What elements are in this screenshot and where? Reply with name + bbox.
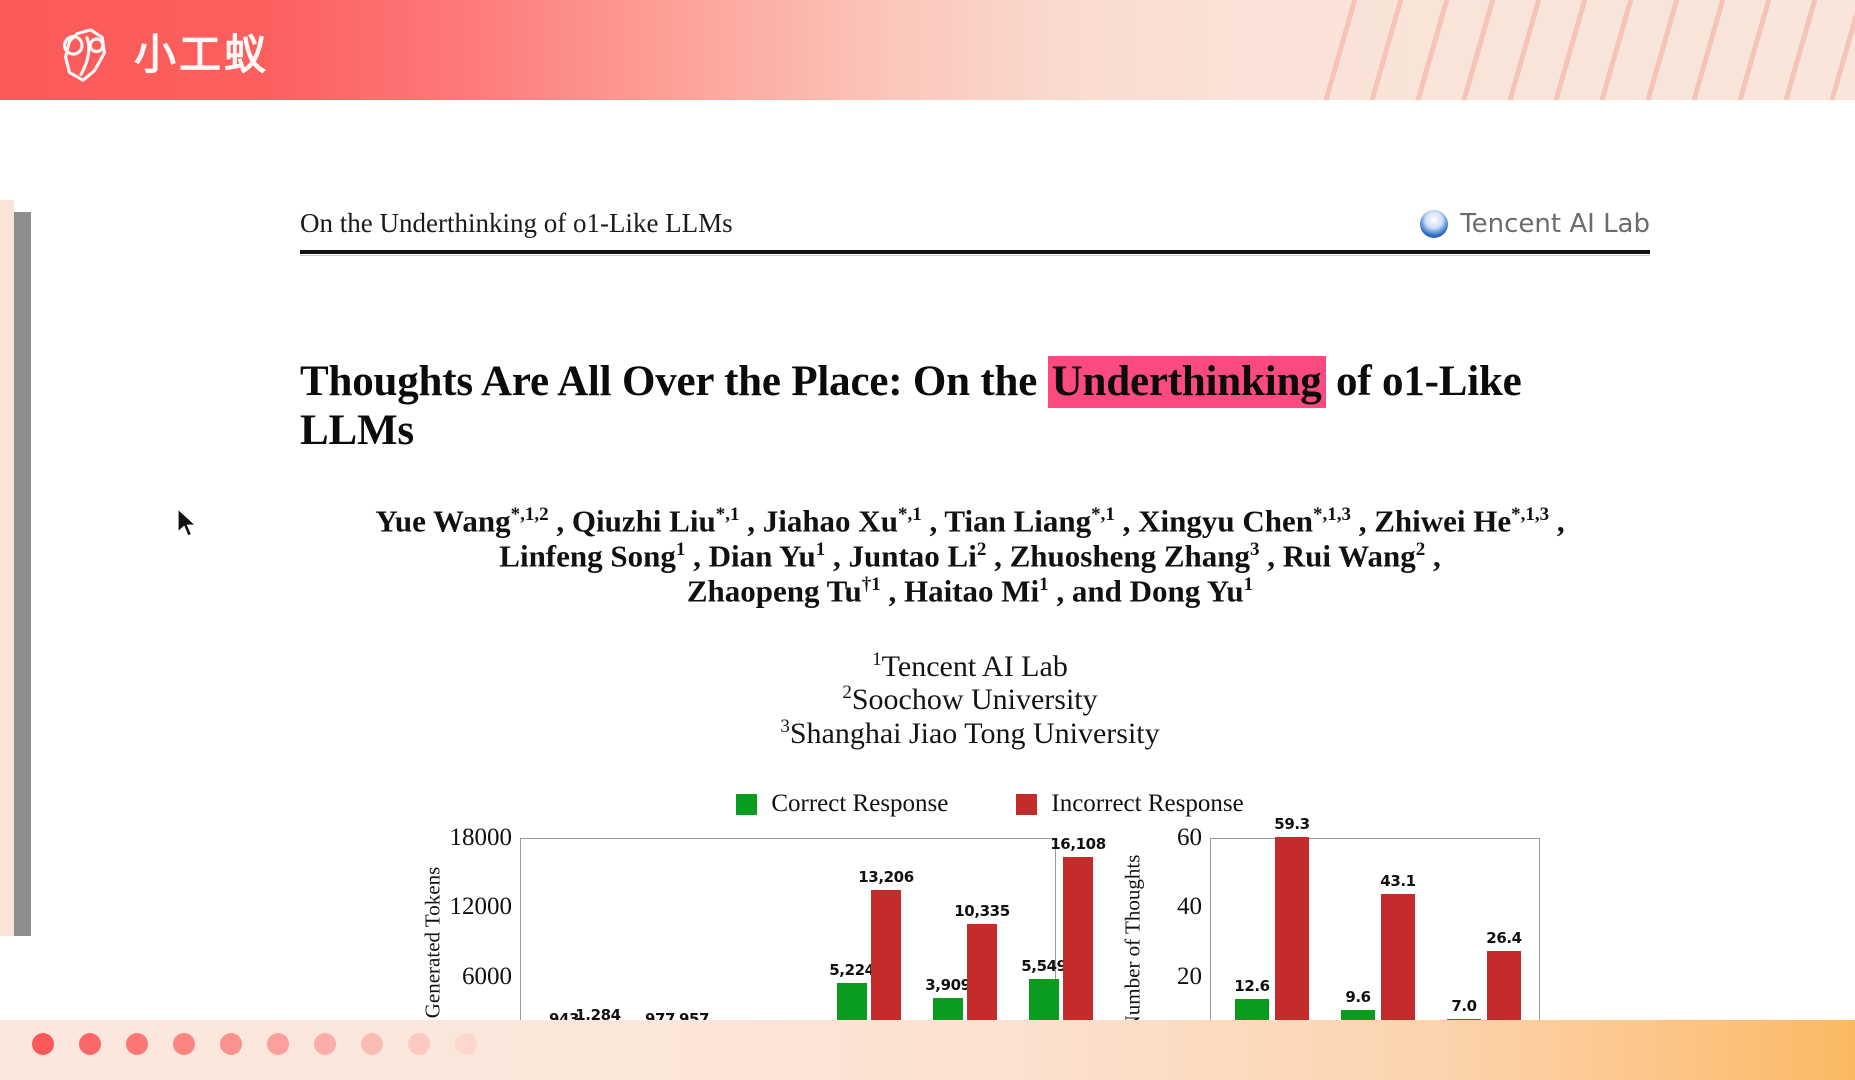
author-line: Linfeng Song1 , Dian Yu1 , Juntao Li2 , … bbox=[499, 538, 1441, 574]
bar-value-label: 16,108 bbox=[1050, 834, 1106, 853]
stripe bbox=[1721, 0, 1782, 113]
title-part-before: Thoughts Are All Over the Place: On the bbox=[300, 357, 1048, 405]
bar-value-label: 7.0 bbox=[1451, 996, 1477, 1015]
tencent-ai-lab-logo-icon bbox=[1420, 210, 1449, 238]
y-axis-ticks: 060001200018000 bbox=[446, 824, 520, 1059]
header-divider-rule bbox=[300, 250, 1650, 256]
affiliation-marker: 1 bbox=[872, 649, 882, 670]
bar-group: 9.6 43.1 bbox=[1341, 839, 1416, 1043]
y-axis-title: Number of Thoughts bbox=[1120, 838, 1146, 1046]
author-line: Zhaopeng Tu†1 , Haitao Mi1 , and Dong Yu… bbox=[686, 573, 1254, 609]
progress-dot[interactable] bbox=[173, 1033, 195, 1055]
page-gutter-strip bbox=[14, 212, 31, 936]
y-axis-title: Generated Tokens bbox=[420, 838, 446, 1046]
arxiv-date-stamp: 30 Jan 2025 bbox=[0, 647, 5, 900]
title-highlight: Underthinking bbox=[1047, 355, 1326, 408]
stripe bbox=[1675, 0, 1736, 113]
bar-value-label: 59.3 bbox=[1274, 815, 1310, 834]
running-title: On the Underthinking of o1-Like LLMs bbox=[300, 208, 733, 238]
stripe bbox=[1353, 0, 1414, 113]
affiliation-name: Tencent AI Lab bbox=[881, 650, 1068, 683]
org-label: Tencent AI Lab bbox=[1460, 209, 1650, 239]
bar-group: 5,224 13,206 bbox=[829, 839, 914, 1043]
y-axis-tick-label: 20 bbox=[1177, 962, 1202, 990]
bar-group: 3,909 10,335 bbox=[925, 839, 1010, 1043]
bottom-decorative-bar bbox=[0, 1020, 1855, 1080]
bar-group: 977 957 bbox=[645, 839, 709, 1043]
author-list: Yue Wang*,1,2 , Qiuzhi Liu*,1 , Jiahao X… bbox=[300, 503, 1640, 609]
mouse-cursor-icon bbox=[177, 508, 197, 537]
brand-header-bar: 小工蚁 bbox=[0, 0, 1855, 113]
bar-group: 5,549 16,108 bbox=[1021, 835, 1106, 1043]
bar-incorrect: 16,108 bbox=[1050, 835, 1106, 1043]
bar-value-label: 10,335 bbox=[954, 901, 1010, 920]
legend-swatch-icon bbox=[1016, 793, 1038, 815]
affiliation-item: 3Shanghai Jiao Tong University bbox=[300, 715, 1640, 750]
y-axis-title-label: Number of Thoughts bbox=[1120, 854, 1145, 1030]
y-axis-tick-label: 12000 bbox=[449, 893, 513, 921]
slide-canvas: 小工蚁 On the Underthinking of o1-Like LLMs… bbox=[0, 0, 1855, 1080]
stripe bbox=[1307, 0, 1368, 113]
stripe bbox=[1583, 0, 1644, 113]
org-branding: Tencent AI Lab bbox=[1420, 209, 1650, 239]
affiliation-marker: 3 bbox=[780, 715, 790, 737]
bar-value-label: 5,224 bbox=[829, 960, 875, 979]
stripe bbox=[1445, 0, 1506, 113]
y-axis-tick-label: 60 bbox=[1177, 824, 1202, 851]
stripe bbox=[1629, 0, 1690, 113]
bar-incorrect: 59.3 bbox=[1274, 815, 1310, 1043]
affiliation-marker: 2 bbox=[842, 682, 852, 704]
stripe bbox=[1491, 0, 1552, 113]
brand-logo-group: 小工蚁 bbox=[52, 24, 269, 86]
plot-area: 12.6 59.3 9.6 43.1 7.0 26.4 bbox=[1210, 815, 1540, 1046]
legend-label: Incorrect Response bbox=[1051, 790, 1244, 817]
progress-dot[interactable] bbox=[32, 1033, 54, 1055]
progress-dot[interactable] bbox=[455, 1033, 477, 1055]
brand-name: 小工蚁 bbox=[134, 30, 270, 79]
bar-group: 7.0 26.4 bbox=[1447, 839, 1522, 1043]
progress-dot[interactable] bbox=[314, 1033, 336, 1055]
legend-item-correct: Correct Response bbox=[736, 790, 948, 818]
affiliation-list: 1Tencent AI Lab 2Soochow University 3Shang… bbox=[300, 649, 1640, 750]
page-title: Thoughts Are All Over the Place: On the … bbox=[300, 355, 1640, 456]
y-axis-tick-label: 18000 bbox=[449, 824, 513, 851]
bar-value-label: 5,549 bbox=[1021, 956, 1067, 975]
plot-area: 9431,284 977957 5,224 13,206 3,909 10,335 5,54… bbox=[520, 835, 1106, 1046]
chart-legend: Correct Response Incorrect Response bbox=[420, 790, 1560, 818]
stripe bbox=[1399, 0, 1460, 113]
ant-logo-icon bbox=[63, 28, 106, 82]
progress-dot[interactable] bbox=[126, 1033, 148, 1055]
legend-swatch-icon bbox=[736, 793, 758, 815]
stripe bbox=[1813, 0, 1855, 113]
y-axis-title-label: Generated Tokens bbox=[420, 866, 445, 1018]
y-axis-tick-label: 6000 bbox=[462, 962, 512, 990]
pdf-running-header: On the Underthinking of o1-Like LLMs Ten… bbox=[300, 208, 1650, 252]
bar-group: 12.6 59.3 bbox=[1234, 815, 1310, 1043]
stripe bbox=[1537, 0, 1598, 113]
legend-item-incorrect: Incorrect Response bbox=[1016, 790, 1244, 818]
progress-dot[interactable] bbox=[361, 1033, 383, 1055]
pdf-page: On the Underthinking of o1-Like LLMs Ten… bbox=[0, 100, 1855, 1059]
bar-value-label: 12.6 bbox=[1234, 977, 1270, 996]
bar-value-label: 13,206 bbox=[858, 868, 914, 887]
affiliation-item: 1Tencent AI Lab bbox=[300, 649, 1640, 683]
bar-value-label: 26.4 bbox=[1486, 929, 1522, 948]
stripe bbox=[1767, 0, 1828, 113]
progress-dot[interactable] bbox=[220, 1033, 242, 1055]
progress-dot[interactable] bbox=[79, 1033, 101, 1055]
affiliation-name: Soochow University bbox=[851, 683, 1098, 717]
bar-group: 9431,284 bbox=[549, 839, 621, 1043]
progress-dot[interactable] bbox=[408, 1033, 430, 1055]
author-line: Yue Wang*,1,2 , Qiuzhi Liu*,1 , Jiahao X… bbox=[375, 503, 1565, 539]
bar-value-label: 3,909 bbox=[925, 975, 971, 994]
affiliation-name: Shanghai Jiao Tong University bbox=[789, 716, 1160, 750]
affiliation-item: 2Soochow University bbox=[300, 683, 1640, 716]
bar-value-label: 9.6 bbox=[1345, 987, 1371, 1006]
progress-dot[interactable] bbox=[267, 1033, 289, 1055]
y-axis-tick-label: 40 bbox=[1177, 893, 1202, 921]
bar-value-label: 43.1 bbox=[1380, 871, 1416, 890]
y-axis-ticks: 0204060 bbox=[1148, 824, 1210, 1059]
decorative-diagonal-stripes bbox=[1295, 0, 1855, 113]
legend-label: Correct Response bbox=[771, 790, 949, 817]
